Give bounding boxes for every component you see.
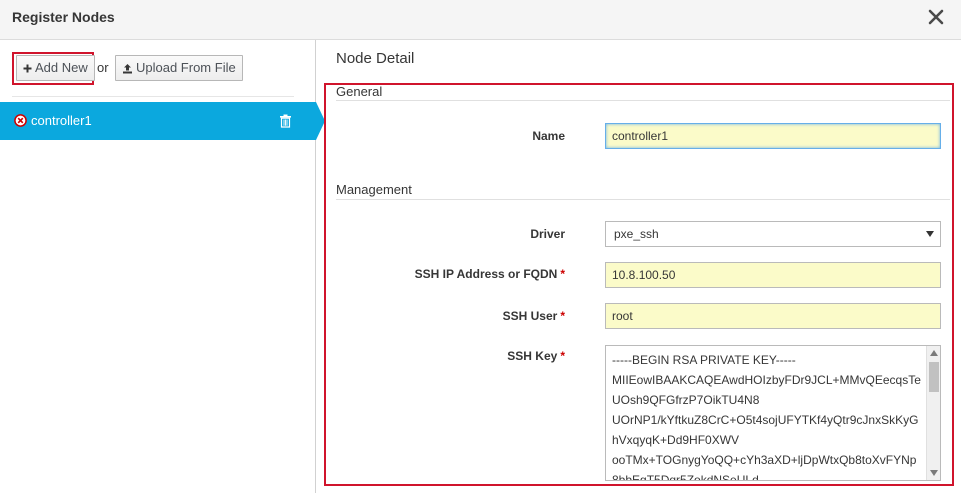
scroll-down-icon[interactable] <box>930 470 938 476</box>
ssh-key-scrollbar[interactable] <box>926 346 940 480</box>
ssh-user-label: SSH User * <box>502 309 565 323</box>
add-new-label: Add New <box>35 60 88 75</box>
or-text: or <box>97 60 109 75</box>
scroll-up-icon[interactable] <box>930 350 938 356</box>
modal-title: Register Nodes <box>12 9 115 25</box>
ssh-user-input[interactable] <box>605 303 941 329</box>
add-new-button[interactable]: Add New <box>16 55 95 81</box>
node-detail-pane: Node Detail General Name Management Driv… <box>317 40 961 493</box>
name-input[interactable] <box>605 123 941 149</box>
node-list-item[interactable]: controller1 <box>0 102 325 140</box>
list-separator <box>12 96 294 97</box>
upload-label: Upload From File <box>136 60 236 75</box>
general-section-title: General <box>336 84 383 99</box>
driver-selected-value: pxe_ssh <box>614 227 659 241</box>
scroll-thumb[interactable] <box>929 362 939 392</box>
error-circle-icon <box>14 114 27 127</box>
close-icon[interactable] <box>927 8 945 26</box>
ssh-ip-label: SSH IP Address or FQDN * <box>414 267 565 281</box>
node-list-item-label: controller1 <box>31 113 92 128</box>
node-list-pane: Add New or Upload From File controller1 <box>0 40 325 493</box>
node-detail-title: Node Detail <box>336 50 415 67</box>
management-section-divider <box>336 199 950 200</box>
caret-down-icon <box>926 231 934 237</box>
upload-icon <box>123 63 132 73</box>
upload-from-file-button[interactable]: Upload From File <box>115 55 243 81</box>
ssh-key-text: -----BEGIN RSA PRIVATE KEY----- MIIEowIB… <box>612 353 921 481</box>
management-section-title: Management <box>336 182 412 197</box>
plus-icon <box>23 64 32 72</box>
modal-header: Register Nodes <box>0 0 961 40</box>
ssh-ip-input[interactable] <box>605 262 941 288</box>
general-section-divider <box>336 100 950 101</box>
ssh-key-label: SSH Key * <box>507 349 565 363</box>
trash-icon[interactable] <box>279 114 292 128</box>
name-label: Name <box>532 129 565 143</box>
driver-select[interactable]: pxe_ssh <box>605 221 941 247</box>
ssh-key-textarea[interactable]: -----BEGIN RSA PRIVATE KEY----- MIIEowIB… <box>605 345 941 481</box>
driver-label: Driver <box>530 227 565 241</box>
